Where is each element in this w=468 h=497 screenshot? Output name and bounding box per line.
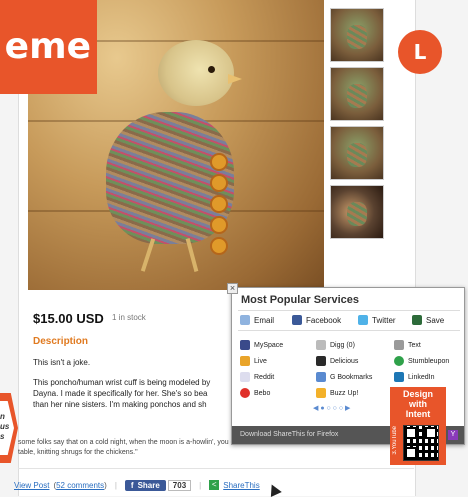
stumbleupon-icon: [394, 356, 404, 366]
text-line: than her nine sisters. I'm making poncho…: [33, 400, 207, 409]
delicious-icon: [316, 356, 326, 366]
text-line: with: [409, 399, 427, 409]
facebook-icon: f: [130, 480, 134, 490]
share-popup-title: Most Popular Services: [241, 294, 359, 306]
thumbnail-4[interactable]: [330, 185, 384, 239]
thumbnail-strip: [330, 8, 386, 244]
sharethis-icon: <: [209, 480, 220, 490]
text-line: table, knitting shrugs for the chickens.…: [18, 449, 138, 456]
share-live[interactable]: Live: [240, 356, 267, 366]
share-service-label: G Bookmarks: [330, 373, 373, 381]
facebook-icon: [292, 315, 302, 325]
theme-banner: eme: [0, 0, 97, 94]
linkedin-icon: [394, 372, 404, 382]
thumbnail-2[interactable]: [330, 67, 384, 121]
email-icon: [240, 315, 250, 325]
share-save[interactable]: Save: [412, 315, 444, 325]
text-line: Design: [402, 389, 433, 399]
description-paragraph: This poncho/human wrist cuff is being mo…: [33, 377, 233, 410]
text-line: n: [0, 412, 5, 421]
chick-eye: [208, 66, 215, 73]
reddit-icon: [240, 372, 250, 382]
share-linkedin[interactable]: LinkedIn: [394, 372, 434, 382]
share-stumbleupon[interactable]: Stumbleupon: [394, 356, 449, 366]
sharethis-link[interactable]: ShareThis: [223, 481, 259, 490]
chick-beak: [228, 74, 242, 84]
share-service-label: Stumbleupon: [408, 357, 450, 365]
stock-status: 1 in stock: [112, 313, 146, 322]
share-service-label: Bebo: [254, 389, 271, 397]
view-post-link[interactable]: View Post: [14, 481, 49, 490]
twitter-icon: [358, 315, 368, 325]
download-sharethis-link[interactable]: Download ShareThis for Firefox: [240, 431, 338, 438]
myspace-icon: [240, 340, 250, 350]
share-service-label: Email: [254, 315, 275, 325]
share-service-label: Facebook: [306, 315, 342, 325]
share-service-label: Live: [254, 357, 267, 365]
share-facebook[interactable]: Facebook: [292, 315, 341, 325]
facebook-share-count: 703: [167, 479, 192, 491]
text-line: This poncho/human wrist cuff is being mo…: [33, 378, 211, 387]
google-bookmarks-icon: [316, 372, 326, 382]
poncho-buttons: [210, 150, 232, 255]
qr-code-icon: [403, 425, 439, 461]
share-email[interactable]: Email: [240, 315, 274, 325]
share-bebo[interactable]: Bebo: [240, 388, 270, 398]
share-service-label: Reddit: [254, 373, 275, 381]
ad-side-text: 3.YouTube: [392, 426, 398, 455]
avatar[interactable]: L: [398, 30, 442, 74]
chick-head: [158, 40, 234, 106]
comments-link[interactable]: 52 comments: [56, 481, 104, 490]
side-badge-text: n us s: [0, 412, 9, 442]
share-buzzup[interactable]: Buzz Up!: [316, 388, 358, 398]
separator: |: [114, 480, 117, 490]
share-text[interactable]: Text: [394, 340, 421, 350]
bebo-icon: [240, 388, 250, 398]
popup-footer-badge: Y: [448, 430, 458, 440]
product-price: $15.00 USD: [33, 311, 104, 326]
share-reddit[interactable]: Reddit: [240, 372, 274, 382]
share-gbookmarks[interactable]: G Bookmarks: [316, 372, 372, 382]
text-line: Dayna. I made it specifically for her. S…: [33, 389, 208, 398]
divider: [238, 330, 460, 331]
description-heading: Description: [33, 336, 89, 347]
share-service-label: Save: [426, 315, 445, 325]
divider: [18, 468, 414, 469]
live-icon: [240, 356, 250, 366]
share-service-label: Text: [408, 341, 421, 349]
thumbnail-1[interactable]: [330, 8, 384, 62]
facebook-share-button[interactable]: f Share: [124, 479, 166, 491]
ad-heading: Design with Intent: [396, 389, 440, 419]
share-delicious[interactable]: Delicious: [316, 356, 358, 366]
comments-close: ): [104, 480, 107, 490]
popup-pager[interactable]: ◀ ● ○ ○ ○ ▶: [313, 404, 350, 412]
share-service-label: Twitter: [372, 315, 396, 325]
description-paragraph: This isn't a joke.: [33, 358, 91, 367]
share-service-label: Delicious: [330, 357, 359, 365]
share-service-label: LinkedIn: [408, 373, 435, 381]
share-service-label: MySpace: [254, 341, 284, 349]
share-myspace[interactable]: MySpace: [240, 340, 283, 350]
text-line: Intent: [405, 409, 431, 419]
share-service-label: Buzz Up!: [330, 389, 359, 397]
text-line: us: [0, 422, 10, 431]
page: eme L $15.00 USD 1 in stock Description …: [0, 0, 468, 497]
post-footer: View Post (52 comments) | f Share 703 | <…: [14, 477, 260, 493]
separator: |: [199, 480, 202, 490]
digg-icon: [316, 340, 326, 350]
text-line: s: [0, 432, 5, 441]
thumbnail-3[interactable]: [330, 126, 384, 180]
facebook-share-label: Share: [137, 480, 160, 490]
share-twitter[interactable]: Twitter: [358, 315, 396, 325]
buzzup-icon: [316, 388, 326, 398]
chick-leg: [185, 238, 199, 272]
share-digg[interactable]: Digg (0): [316, 340, 355, 350]
share-service-label: Digg (0): [330, 341, 355, 349]
save-icon: [412, 315, 422, 325]
phone-icon: [394, 340, 404, 350]
close-icon[interactable]: ×: [227, 283, 238, 294]
divider: [238, 310, 460, 311]
